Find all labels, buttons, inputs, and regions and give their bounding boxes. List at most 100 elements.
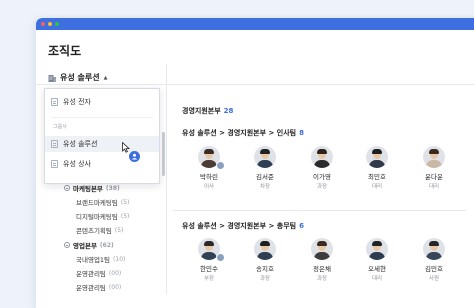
tree-item-count: (5): [114, 226, 124, 234]
building-icon: [48, 74, 56, 82]
avatar: [254, 238, 276, 260]
user-icon: [129, 151, 140, 162]
window-titlebar: [36, 18, 474, 30]
tree-item[interactable]: 국내영업1팀 (10): [76, 254, 126, 265]
dropdown-item-label: 유성 솔루션: [63, 140, 98, 148]
person-role: 이사: [203, 184, 215, 190]
person-name: 김민호: [425, 265, 443, 273]
tree-item-marketing[interactable]: 마케팅본부 (38): [64, 183, 120, 193]
avatar: [423, 146, 445, 168]
person-name: 오세현: [368, 265, 386, 273]
document-icon: [51, 98, 58, 106]
department-count: 28: [223, 107, 234, 115]
tree-item-count: (38): [105, 184, 120, 192]
document-icon: [51, 160, 58, 168]
person-card[interactable]: 김민호사원: [414, 238, 454, 282]
team-path: 유성 솔루션 > 경영지원본부 > 총무팀: [182, 222, 297, 230]
person-card[interactable]: 송지호과장: [245, 238, 285, 282]
tree-item[interactable]: 운영관리팀 (00): [76, 268, 122, 279]
person-role: 과장: [259, 276, 271, 282]
avatar: [254, 146, 276, 168]
tree-item-count: (00): [108, 269, 122, 277]
person-role: 차장: [259, 184, 271, 190]
caret-up-icon: ▲: [103, 74, 108, 81]
avatar: [311, 238, 333, 260]
person-name: 송지호: [256, 265, 274, 273]
org-selector-label: 유성 솔루션: [60, 73, 100, 82]
dropdown-item-selected[interactable]: 유성 솔루션: [45, 136, 159, 152]
tree-item-count: (62): [99, 241, 114, 249]
department-title: 경영지원본부: [182, 107, 221, 115]
person-role: 과장: [316, 276, 328, 282]
dropdown-item[interactable]: 유성 상사: [45, 156, 159, 172]
mouse-cursor-icon: [122, 142, 130, 153]
person-name: 김서준: [256, 173, 274, 181]
person-role: 부장: [203, 276, 215, 282]
person-role: 과장: [316, 184, 328, 190]
tree-scrollbar[interactable]: [162, 132, 165, 176]
collapse-icon[interactable]: [64, 185, 70, 191]
team-count: 8: [299, 129, 304, 137]
person-role: 대리: [371, 184, 383, 190]
tree-item-label: 국내영업1팀: [76, 256, 111, 264]
avatar: [366, 146, 388, 168]
org-dropdown: 유성 전자 그룹사 유성 솔루션 유성 상사: [44, 88, 160, 184]
tree-item-sales[interactable]: 영업본부 (62): [64, 240, 114, 250]
person-card[interactable]: 김서준차장: [245, 146, 285, 190]
person-role: 대리: [371, 276, 383, 282]
dropdown-item-label: 유성 상사: [63, 160, 91, 168]
team-path: 유성 솔루션 > 경영지원본부 > 인사팀: [182, 129, 297, 137]
header-divider: [36, 84, 474, 85]
person-card[interactable]: 정은채과장: [302, 238, 342, 282]
section-divider: [173, 210, 466, 211]
tree-item-label: 마케팅본부: [73, 185, 103, 193]
document-icon: [51, 140, 58, 148]
person-role: 대리: [428, 184, 440, 190]
tree-item-count: (5): [120, 212, 130, 220]
leader-badge-icon: [216, 161, 225, 170]
dropdown-group-label: 그룹사: [53, 124, 67, 130]
tree-item-label: 디지털마케팅팀: [76, 213, 118, 221]
panel-divider: [166, 64, 167, 294]
person-name: 최민호: [368, 173, 386, 181]
page-title: 조직도: [48, 44, 82, 58]
tree-item[interactable]: 콘텐츠기획팀 (5): [76, 225, 124, 236]
person-card[interactable]: 최민호대리: [357, 146, 397, 190]
window-maximize-dot[interactable]: [55, 22, 59, 26]
person-card[interactable]: 윤다운대리: [414, 146, 454, 190]
dropdown-item-label: 유성 전자: [63, 98, 91, 106]
tree-item-count: (10): [113, 255, 126, 263]
tree-item-label: 영업본부: [73, 242, 97, 250]
avatar: [311, 146, 333, 168]
person-name: 한민수: [200, 265, 218, 273]
person-card[interactable]: 오세현대리: [357, 238, 397, 282]
person-card[interactable]: 박하린이사: [189, 146, 229, 190]
tree-item-label: 운영관리팀: [76, 270, 106, 278]
tree-item[interactable]: 브랜드마케팅팀 (5): [76, 197, 130, 208]
person-role: 사원: [428, 276, 440, 282]
tree-item-count: (5): [120, 198, 130, 206]
tree-item[interactable]: 디지털마케팅팀 (5): [76, 211, 130, 222]
tree-item-label: 브랜드마케팅팀: [76, 199, 118, 207]
dropdown-item[interactable]: 유성 전자: [45, 94, 159, 110]
avatar: [423, 238, 445, 260]
department-header: 경영지원본부 28: [182, 106, 233, 116]
tree-item-label: 콘텐츠기획팀: [76, 227, 112, 235]
person-name: 박하린: [200, 173, 218, 181]
team-count: 6: [299, 222, 304, 230]
org-selector[interactable]: 유성 솔루션 ▲: [48, 72, 107, 83]
leader-badge-icon: [216, 253, 225, 262]
window-minimize-dot[interactable]: [48, 22, 52, 26]
dropdown-divider: [51, 117, 153, 118]
person-name: 이가영: [313, 173, 331, 181]
team-path-chongmu: 유성 솔루션 > 경영지원본부 > 총무팀 6: [182, 221, 304, 231]
person-name: 정은채: [313, 265, 331, 273]
window-close-dot[interactable]: [41, 22, 45, 26]
person-card[interactable]: 이가영과장: [302, 146, 342, 190]
avatar: [366, 238, 388, 260]
team-path-insa: 유성 솔루션 > 경영지원본부 > 인사팀 8: [182, 128, 304, 138]
person-card[interactable]: 한민수부장: [189, 238, 229, 282]
person-name: 윤다운: [425, 173, 443, 181]
collapse-icon[interactable]: [64, 242, 70, 248]
tree-item-count: (00): [108, 283, 122, 291]
